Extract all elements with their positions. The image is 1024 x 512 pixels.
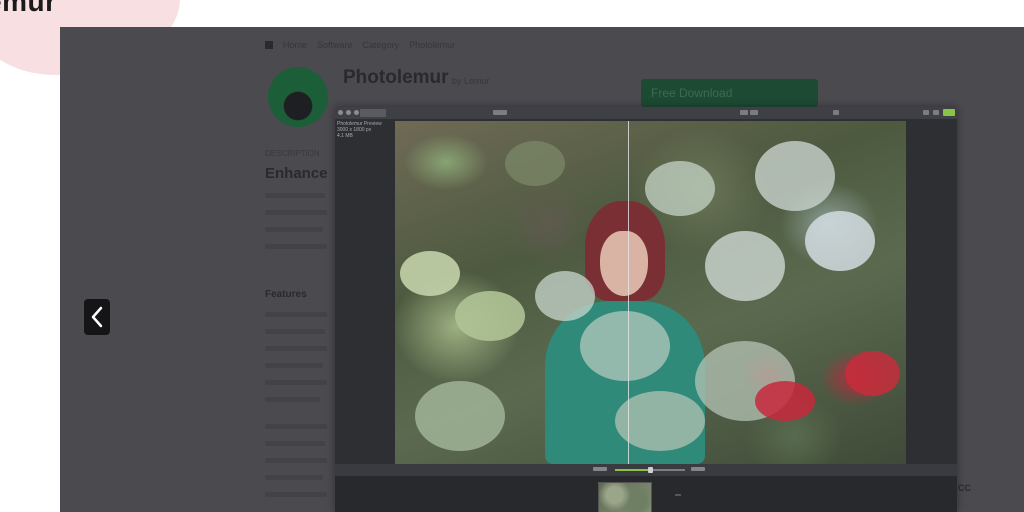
chevron-left-icon [91,306,103,328]
toolbar-control [933,110,939,115]
zoom-dot-icon [354,110,359,115]
adjustment-bar [335,464,957,476]
previous-image-button[interactable] [84,299,110,335]
foreground-leaf [645,161,715,216]
cc-text: CC [958,483,971,493]
slider-max-label [691,467,705,471]
page-title: emur [0,0,57,17]
red-flowers [845,351,900,396]
close-dot-icon [338,110,343,115]
photo-thumbnail [598,482,652,512]
features-heading: Features [265,289,307,300]
text-line [265,193,325,198]
subject-face [600,231,648,296]
text-line [265,329,325,334]
breadcrumb-item: Home [283,40,308,50]
text-line [265,312,327,317]
toolbar-control [750,110,758,115]
slider-fill [615,469,650,471]
app-developer: by Lemur [452,76,490,86]
text-line [265,475,323,480]
toolbar-control [740,110,748,115]
breadcrumb-item: Category [362,40,400,50]
text-line [265,210,327,215]
breadcrumb-item: Photolemur [409,40,456,50]
before-after-divider [628,121,629,464]
app-screenshot-window: Photolemur Preview 3000 x 1800 px 4.1 MB [335,107,957,512]
foreground-leaf [705,231,785,301]
filmstrip-indicator [675,494,681,496]
slider-min-label [593,467,607,471]
home-icon [265,41,273,49]
text-line [265,458,327,463]
foreground-leaf [400,251,460,296]
background-foliage [505,141,565,186]
text-line [265,424,327,429]
foreground-leaf [805,211,875,271]
download-button: Free Download [641,79,818,107]
photo-info: Photolemur Preview 3000 x 1800 px 4.1 MB [337,121,382,139]
enhancement-slider [615,467,685,473]
text-line [265,346,327,351]
foreground-leaf [755,141,835,211]
foreground-leaf [415,381,505,451]
app-name: Photolemur [343,67,449,88]
text-line [265,244,327,249]
section-label: DESCRIPTION [265,149,320,158]
window-controls [338,110,359,115]
text-line [265,492,327,497]
preview-photo [395,121,906,464]
text-line [265,441,325,446]
toolbar-control [833,110,839,115]
breadcrumb-item: Software [317,40,353,50]
foreground-leaf [455,291,525,341]
filmstrip [335,476,957,512]
toolbar-control [923,110,929,115]
export-button [943,109,955,116]
text-line [265,227,323,232]
slider-knob [648,467,653,473]
text-line [265,380,327,385]
text-line [265,397,320,402]
red-flowers [755,381,815,421]
toolbar-tab [360,109,386,117]
foreground-leaf [535,271,595,321]
description-heading: Enhance [265,165,328,182]
breadcrumb: Home Software Category Photolemur [265,40,455,50]
window-titlebar [335,107,957,119]
toolbar-control [493,110,507,115]
foreground-leaf [580,311,670,381]
minimize-dot-icon [346,110,351,115]
app-logo [268,67,328,127]
text-line [265,363,323,368]
